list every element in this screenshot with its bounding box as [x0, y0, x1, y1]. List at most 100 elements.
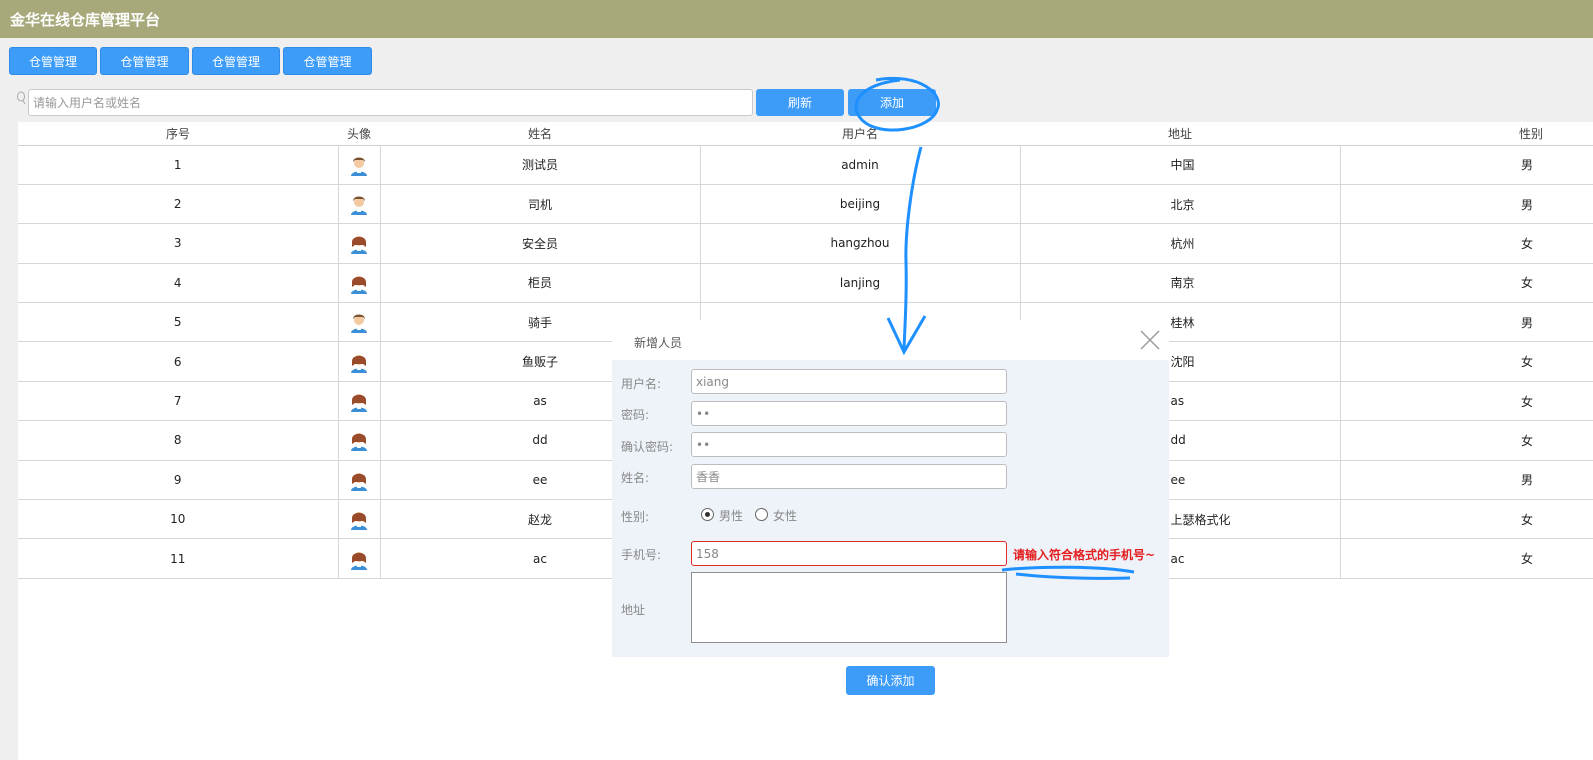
gender-female-radio[interactable] — [755, 508, 768, 521]
address-label: 地址 — [621, 603, 646, 617]
cell-gender: 女 — [1340, 223, 1593, 264]
cell-avatar — [338, 499, 381, 540]
female-avatar-icon — [349, 551, 369, 570]
dialog-title: 新增人员 — [634, 336, 683, 350]
cell-gender: 女 — [1340, 263, 1593, 304]
gender-male-label[interactable]: 男性 — [719, 507, 743, 524]
phone-field[interactable]: 158 — [691, 541, 1007, 566]
nav-button-1[interactable]: 仓管管理 — [9, 47, 97, 75]
cell-index: 10 — [18, 499, 339, 540]
app-title: 金华在线仓库管理平台 — [10, 11, 161, 29]
cell-avatar — [338, 538, 381, 579]
gender-female-label[interactable]: 女性 — [773, 507, 797, 524]
cell-address: 杭州 — [1020, 223, 1341, 264]
cell-gender: 男 — [1340, 302, 1593, 343]
gender-label: 性别: — [621, 510, 650, 524]
cell-username: lanjing — [700, 263, 1021, 304]
female-avatar-icon — [349, 354, 369, 373]
female-avatar-icon — [349, 275, 369, 294]
table-row[interactable]: 2 司机 beijing 北京男 — [18, 184, 1593, 225]
cell-address: 南京 — [1020, 263, 1341, 304]
password-label: 密码: — [621, 408, 650, 422]
cell-address: 中国 — [1020, 145, 1341, 185]
username-field[interactable]: xiang — [691, 369, 1007, 394]
cell-name: 安全员 — [380, 223, 701, 264]
gender-male-radio[interactable] — [701, 508, 714, 521]
nav-button-2[interactable]: 仓管管理 — [100, 47, 189, 75]
cell-index: 2 — [18, 184, 339, 225]
female-avatar-icon — [349, 512, 369, 531]
header-username[interactable]: 用户名 — [700, 122, 1020, 146]
nav-button-4[interactable]: 仓管管理 — [283, 47, 372, 75]
cell-avatar — [338, 263, 381, 304]
cell-avatar — [338, 460, 381, 501]
male-avatar-icon — [349, 157, 369, 176]
name-label: 姓名: — [621, 471, 650, 485]
cell-index: 7 — [18, 381, 339, 422]
cell-name: 司机 — [380, 184, 701, 225]
cell-gender: 女 — [1340, 381, 1593, 422]
confirm-add-button[interactable]: 确认添加 — [846, 666, 935, 695]
cell-username: hangzhou — [700, 223, 1021, 264]
username-label: 用户名: — [621, 377, 662, 391]
cell-gender: 男 — [1340, 460, 1593, 501]
header-avatar[interactable]: 头像 — [338, 122, 380, 146]
cell-gender: 女 — [1340, 341, 1593, 382]
cell-index: 5 — [18, 302, 339, 343]
cell-index: 11 — [18, 538, 339, 579]
table-row[interactable]: 4 柜员 lanjing 南京女 — [18, 263, 1593, 304]
header-name[interactable]: 姓名 — [380, 122, 700, 146]
cell-avatar — [338, 341, 381, 382]
cell-index: 4 — [18, 263, 339, 304]
cell-gender: 女 — [1340, 538, 1593, 579]
confirm-password-field[interactable]: •• — [691, 432, 1007, 457]
female-avatar-icon — [349, 236, 369, 255]
cell-gender: 女 — [1340, 420, 1593, 461]
cell-avatar — [338, 420, 381, 461]
cell-avatar — [338, 223, 381, 264]
search-input[interactable]: 请输入用户名或姓名 — [28, 89, 753, 116]
header-gender[interactable]: 性别 — [1340, 122, 1593, 146]
male-avatar-icon — [349, 196, 369, 216]
cell-index: 1 — [18, 145, 339, 185]
add-button[interactable]: 添加 — [848, 89, 936, 116]
cell-avatar — [338, 145, 381, 185]
female-avatar-icon — [349, 472, 369, 491]
cell-gender: 男 — [1340, 145, 1593, 185]
header-address[interactable]: 地址 — [1020, 122, 1340, 146]
name-field[interactable]: 香香 — [691, 464, 1007, 489]
table-row[interactable]: 1 测试员 admin 中国男 — [18, 145, 1593, 185]
top-bar: 金华在线仓库管理平台 — [0, 0, 1593, 38]
cell-avatar — [338, 381, 381, 422]
add-person-dialog: 新增人员 用户名: xiang 密码: •• 确认密码: •• 姓名: 香香 性… — [612, 320, 1169, 657]
search-icon — [17, 91, 26, 105]
refresh-button[interactable]: 刷新 — [756, 89, 844, 116]
cell-address: 北京 — [1020, 184, 1341, 225]
dialog-header: 新增人员 — [612, 320, 1169, 360]
nav-button-3[interactable]: 仓管管理 — [192, 47, 280, 75]
cell-index: 9 — [18, 460, 339, 501]
phone-label: 手机号: — [621, 548, 662, 562]
header-index[interactable]: 序号 — [18, 122, 338, 146]
cell-index: 8 — [18, 420, 339, 461]
cell-avatar — [338, 302, 381, 343]
female-avatar-icon — [349, 394, 369, 413]
cell-name: 测试员 — [380, 145, 701, 185]
table-header-row: 序号 头像 姓名 用户名 地址 性别 — [18, 122, 1593, 146]
cell-gender: 男 — [1340, 184, 1593, 225]
password-field[interactable]: •• — [691, 401, 1007, 426]
cell-index: 6 — [18, 341, 339, 382]
address-textarea[interactable] — [691, 572, 1007, 643]
cell-username: beijing — [700, 184, 1021, 225]
male-avatar-icon — [349, 314, 369, 334]
confirm-password-label: 确认密码: — [621, 440, 674, 454]
cell-username: admin — [700, 145, 1021, 185]
phone-error-message: 请输入符合格式的手机号~ — [1013, 548, 1156, 562]
table-row[interactable]: 3 安全员 hangzhou 杭州女 — [18, 223, 1593, 264]
cell-name: 柜员 — [380, 263, 701, 304]
cell-index: 3 — [18, 223, 339, 264]
cell-avatar — [338, 184, 381, 225]
cell-gender: 女 — [1340, 499, 1593, 540]
female-avatar-icon — [349, 433, 369, 452]
close-icon[interactable] — [1140, 330, 1160, 350]
